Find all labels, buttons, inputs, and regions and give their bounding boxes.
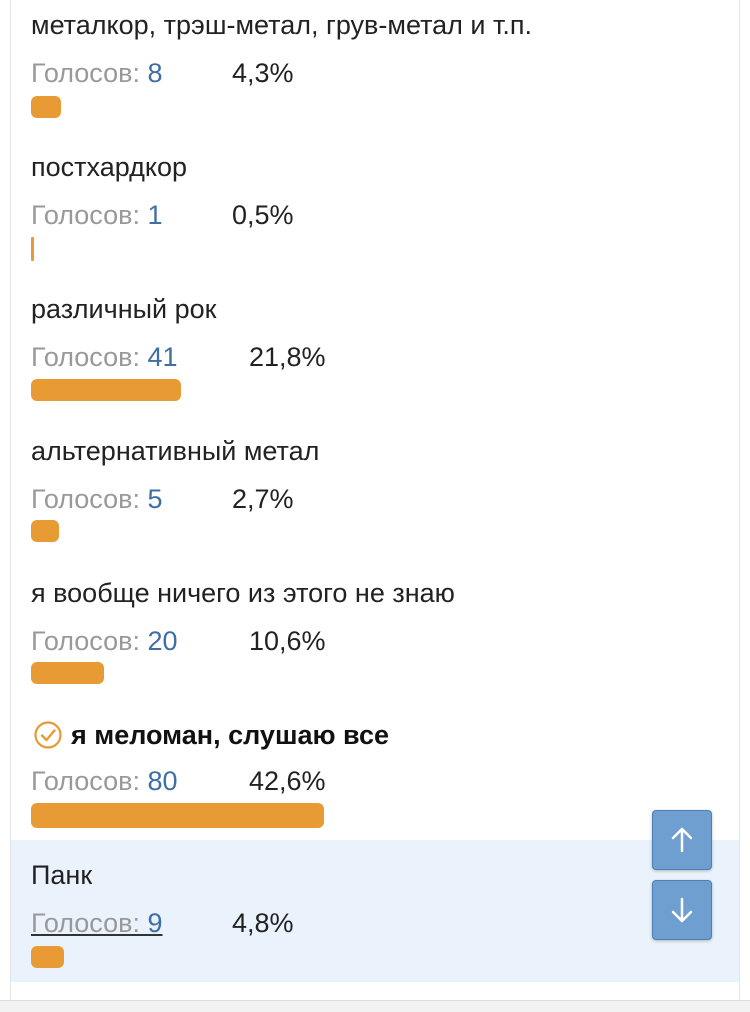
votes-label: Голосов: (31, 342, 148, 372)
arrow-down-icon (671, 897, 693, 923)
votes-line: Голосов: 80 (31, 766, 178, 797)
poll-option: постхардкор Голосов: 1 0,5% (11, 140, 739, 282)
votes-link[interactable]: Голосов: 9 (31, 908, 163, 939)
check-circle-icon (34, 721, 62, 749)
vote-percent: 4,8% (232, 908, 294, 938)
votes-count[interactable]: 20 (147, 626, 177, 656)
votes-line: Голосов: 1 (31, 200, 163, 231)
poll-option: я вообще ничего из этого не знаю Голосов… (11, 566, 739, 708)
vote-percent: 2,7% (232, 484, 294, 514)
option-label: альтернативный метал (31, 436, 320, 466)
vote-percent: 42,6% (249, 766, 326, 796)
vote-percent: 4,3% (232, 58, 294, 88)
votes-label: Голосов: (31, 626, 148, 656)
option-label: металкор, трэш-метал, грув-метал и т.п. (31, 10, 532, 40)
result-bar (31, 520, 59, 542)
poll-option: различный рок Голосов: 41 21,8% (11, 282, 739, 424)
vote-percent: 0,5% (232, 200, 294, 230)
votes-count[interactable]: 41 (147, 342, 177, 372)
result-bar (31, 803, 324, 828)
result-bar (31, 946, 64, 968)
option-label: я вообще ничего из этого не знаю (31, 578, 455, 608)
option-label: Панк (31, 860, 93, 890)
scroll-down-button[interactable] (652, 880, 712, 940)
votes-count[interactable]: 9 (147, 908, 162, 938)
vote-percent: 10,6% (249, 626, 326, 656)
vote-percent: 21,8% (249, 342, 326, 372)
result-bar (31, 662, 104, 684)
poll-option: металкор, трэш-метал, грув-метал и т.п. … (11, 0, 739, 140)
votes-line: Голосов: 20 (31, 626, 178, 657)
votes-label: Голосов: (31, 484, 148, 514)
option-label: различный рок (31, 294, 217, 324)
votes-line: Голосов: 5 (31, 484, 163, 515)
votes-label: Голосов: (31, 58, 148, 88)
poll-option-selected: я меломан, слушаю все Голосов: 80 42,6% (11, 708, 739, 840)
votes-count[interactable]: 8 (147, 58, 162, 88)
votes-line: Голосов: 8 (31, 58, 163, 89)
votes-label: Голосов: (31, 200, 148, 230)
option-label: постхардкор (31, 152, 188, 182)
votes-line: Голосов: 41 (31, 342, 178, 373)
votes-count[interactable]: 1 (147, 200, 162, 230)
option-label: я меломан, слушаю все (71, 720, 389, 750)
result-bar (31, 237, 34, 261)
scroll-up-button[interactable] (652, 810, 712, 870)
poll-option: альтернативный метал Голосов: 5 2,7% (11, 424, 739, 566)
votes-count[interactable]: 5 (147, 484, 162, 514)
poll-option: Панк Голосов: 9 4,8% (11, 840, 739, 982)
votes-count[interactable]: 80 (147, 766, 177, 796)
result-bar (31, 379, 181, 401)
poll-results: металкор, трэш-метал, грув-метал и т.п. … (10, 0, 740, 1000)
page-bottom-edge (0, 1000, 750, 1012)
result-bar (31, 96, 61, 118)
arrow-up-icon (671, 827, 693, 853)
votes-label: Голосов: (31, 908, 148, 938)
votes-label: Голосов: (31, 766, 148, 796)
